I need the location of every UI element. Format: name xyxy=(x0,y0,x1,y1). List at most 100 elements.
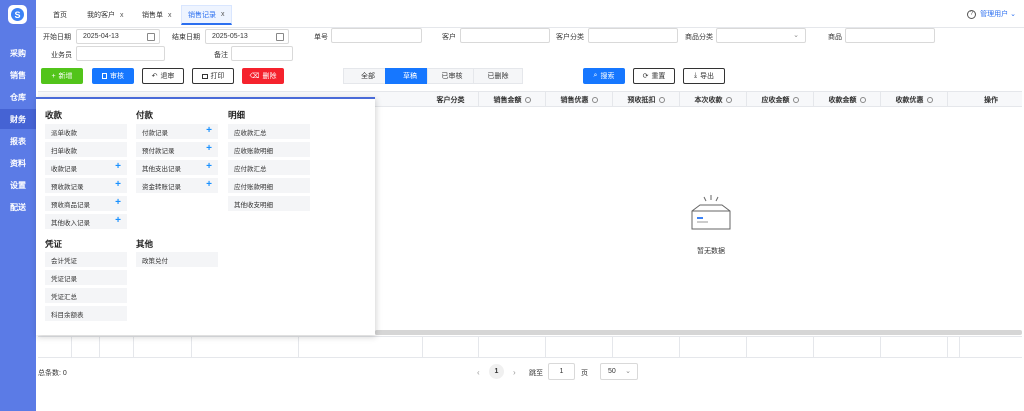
menu-item-policy-redemption[interactable]: 政策兑付 xyxy=(136,252,218,267)
status-filter-deleted[interactable]: 已删除 xyxy=(473,68,523,84)
sort-icon[interactable] xyxy=(658,96,665,103)
calendar-icon xyxy=(147,33,155,41)
sidebar-item-warehouse[interactable]: 仓库 xyxy=(0,87,36,107)
delete-button[interactable]: ⌫ 删除 xyxy=(242,68,284,84)
add-button[interactable]: + 新增 xyxy=(41,68,83,84)
menu-item-payable-detail[interactable]: 应付账款明细 xyxy=(228,178,310,193)
plus-icon[interactable]: + xyxy=(206,162,212,172)
sort-icon[interactable] xyxy=(859,96,866,103)
sidebar-item-purchase[interactable]: 采购 xyxy=(0,43,36,63)
product-input[interactable] xyxy=(845,28,935,43)
end-date-label: 结束日期 xyxy=(172,34,200,41)
menu-item-dispatch-receipt[interactable]: 派单收款 xyxy=(45,124,127,139)
plus-icon[interactable]: + xyxy=(115,216,121,226)
note-label: 备注 xyxy=(214,52,228,59)
menu-item-payable-summary[interactable]: 应付款汇总 xyxy=(228,160,310,175)
sort-icon[interactable] xyxy=(926,96,933,103)
prev-page-icon[interactable]: ‹ xyxy=(477,368,480,377)
product-category-select[interactable]: ⌄ xyxy=(716,28,806,43)
user-menu[interactable]: ? 管理用户 ⌄ xyxy=(967,9,1016,19)
end-date-input[interactable]: 2025-05-13 xyxy=(205,29,289,44)
sort-icon[interactable] xyxy=(725,96,732,103)
col-prepaid-deduction[interactable]: 预收抵扣 xyxy=(613,92,680,107)
col-received-amount[interactable]: 收款金额 xyxy=(814,92,881,107)
print-button[interactable]: 打印 xyxy=(192,68,234,84)
tab-sales-order[interactable]: 销售单 x xyxy=(142,5,172,25)
customer-input[interactable] xyxy=(460,28,550,43)
menu-item-voucher-summary[interactable]: 凭证汇总 xyxy=(45,288,127,303)
horizontal-scrollbar[interactable] xyxy=(375,330,1022,335)
close-icon[interactable]: x xyxy=(221,11,225,18)
search-button[interactable]: ⌕ 搜索 xyxy=(583,68,625,84)
tab-sales-records[interactable]: 销售记录 x xyxy=(181,5,232,25)
menu-item-scan-receipt[interactable]: 扫单收款 xyxy=(45,142,127,157)
tab-home[interactable]: 首页 xyxy=(53,5,67,25)
plus-icon[interactable]: + xyxy=(206,180,212,190)
customer-category-label: 客户分类 xyxy=(556,34,584,41)
sort-icon[interactable] xyxy=(792,96,799,103)
plus-icon[interactable]: + xyxy=(206,144,212,154)
col-receipt-discount[interactable]: 收款优惠 xyxy=(881,92,948,107)
close-icon[interactable]: x xyxy=(168,12,172,19)
note-input[interactable] xyxy=(231,46,293,61)
col-receivable-amount[interactable]: 应收金额 xyxy=(747,92,814,107)
empty-box-icon xyxy=(691,195,731,230)
plus-icon[interactable]: + xyxy=(206,126,212,136)
col-sales-amount[interactable]: 销售金额 xyxy=(479,92,546,107)
menu-item-accounting-voucher[interactable]: 会计凭证 xyxy=(45,252,127,267)
col-actions: 操作 xyxy=(984,96,998,104)
menu-item-advance-goods-records[interactable]: 预收商品记录 + xyxy=(45,196,127,211)
chevron-down-icon: ⌄ xyxy=(1010,11,1016,18)
salesman-input[interactable] xyxy=(76,46,165,61)
trash-icon: ⌫ xyxy=(249,73,260,80)
reset-button[interactable]: ⟳ 重置 xyxy=(633,68,675,84)
plus-icon[interactable]: + xyxy=(115,162,121,172)
app-logo[interactable]: S xyxy=(8,5,27,24)
menu-group-payments: 付款 xyxy=(136,110,154,120)
menu-item-receivable-summary[interactable]: 应收款汇总 xyxy=(228,124,310,139)
audit-button[interactable]: 审核 xyxy=(92,68,134,84)
sort-icon[interactable] xyxy=(591,96,598,103)
menu-item-advance-payment-records[interactable]: 预付款记录 + xyxy=(136,142,218,157)
col-current-receipt[interactable]: 本次收款 xyxy=(680,92,747,107)
sidebar-item-data[interactable]: 资料 xyxy=(0,153,36,173)
doc-no-input[interactable] xyxy=(331,28,422,43)
tab-my-customers[interactable]: 我的客户 x xyxy=(87,5,124,25)
menu-item-other-income-expense-detail[interactable]: 其他收支明细 xyxy=(228,196,310,211)
export-button[interactable]: ⤓ 导出 xyxy=(683,68,725,84)
finance-menu-panel: 收款 派单收款 扫单收款 收款记录 + 预收款记录 + 预收商品记录 + 其他收入记录… xyxy=(36,97,375,335)
start-date-input[interactable]: 2025-04-13 xyxy=(76,29,160,44)
menu-item-voucher-records[interactable]: 凭证记录 xyxy=(45,270,127,285)
doc-no-label: 单号 xyxy=(314,34,328,41)
plus-icon[interactable]: + xyxy=(115,180,121,190)
sidebar-item-sales[interactable]: 销售 xyxy=(0,65,36,85)
menu-item-fund-transfer-records[interactable]: 资金转账记录 + xyxy=(136,178,218,193)
plus-icon[interactable]: + xyxy=(115,198,121,208)
logo-icon: S xyxy=(11,8,24,21)
menu-item-receivable-detail[interactable]: 应收账款明细 xyxy=(228,142,310,157)
menu-item-advance-receipt-records[interactable]: 预收款记录 + xyxy=(45,178,127,193)
sort-icon[interactable] xyxy=(524,96,531,103)
page-number-current[interactable]: 1 xyxy=(489,364,504,379)
col-customer-category[interactable]: 客户分类 xyxy=(423,92,479,107)
menu-item-payment-records[interactable]: 付款记录 + xyxy=(136,124,218,139)
status-filter-audited[interactable]: 已审核 xyxy=(427,68,477,84)
col-sales-discount[interactable]: 销售优惠 xyxy=(546,92,613,107)
unaudit-button[interactable]: ↶ 退审 xyxy=(142,68,184,84)
menu-item-receipt-records[interactable]: 收款记录 + xyxy=(45,160,127,175)
table-summary-row xyxy=(38,336,1022,358)
menu-item-account-balance[interactable]: 科目余额表 xyxy=(45,306,127,321)
customer-category-input[interactable] xyxy=(588,28,678,43)
sidebar-item-reports[interactable]: 报表 xyxy=(0,131,36,151)
sidebar-item-delivery[interactable]: 配送 xyxy=(0,197,36,217)
sidebar-item-finance[interactable]: 财务 xyxy=(0,109,36,129)
goto-page-input[interactable]: 1 xyxy=(548,363,575,380)
page-size-select[interactable]: 50 ⌄ xyxy=(600,363,638,380)
next-page-icon[interactable]: › xyxy=(513,368,516,377)
close-icon[interactable]: x xyxy=(120,12,124,19)
help-icon[interactable]: ? xyxy=(967,9,977,19)
menu-item-other-income-records[interactable]: 其他收入记录 + xyxy=(45,214,127,229)
salesman-label: 业务员 xyxy=(51,52,72,59)
sidebar-item-settings[interactable]: 设置 xyxy=(0,175,36,195)
menu-item-other-expense-records[interactable]: 其他支出记录 + xyxy=(136,160,218,175)
